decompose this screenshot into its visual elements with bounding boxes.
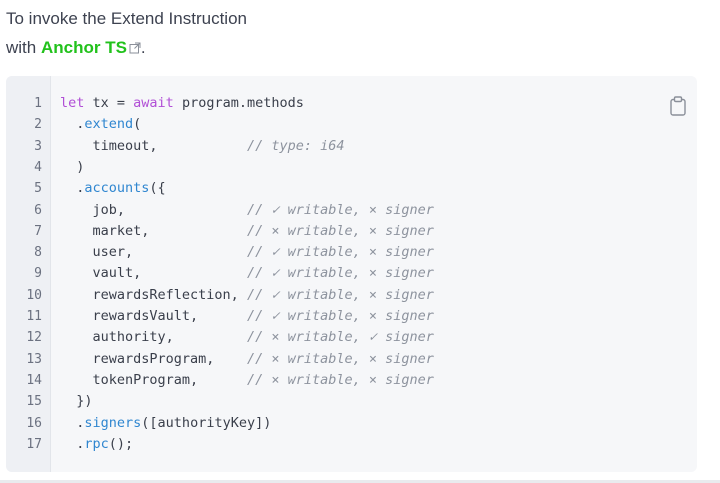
code-comment: // × writable, × signer (246, 350, 434, 367)
code-token: ( (133, 116, 142, 133)
line-number: 17 (26, 436, 42, 452)
code-token: . (60, 116, 85, 133)
code-token: program.methods (181, 95, 304, 111)
code-line: }) (60, 391, 93, 412)
line-number: 12 (26, 330, 42, 346)
code-token: market, (60, 222, 247, 239)
intro-line-1: To invoke the Extend Instruction (6, 9, 247, 28)
code-method: accounts (84, 180, 150, 197)
code-line: tokenProgram, // × writable, × signer (60, 370, 434, 391)
line-number: 8 (34, 245, 42, 261)
code-token: timeout, (60, 137, 247, 154)
code-token: authority, (60, 329, 247, 346)
code-token: tokenProgram, (60, 371, 247, 388)
code-line: job, // ✓ writable, × signer (60, 200, 434, 221)
code-comment: // × writable, × signer (246, 371, 434, 388)
code-line: market, // × writable, × signer (60, 221, 434, 242)
code-line: .extend( (60, 114, 141, 135)
code-keyword: let (60, 95, 93, 111)
code-method: rpc (84, 435, 109, 452)
intro-line-2-prefix: with (6, 38, 41, 57)
code-token: . (60, 414, 85, 431)
code-comment: // ✓ writable, × signer (246, 265, 434, 282)
code-comment: // ✓ writable, × signer (246, 308, 434, 324)
code-comment: // × writable, ✓ signer (246, 329, 434, 346)
line-number: 13 (26, 351, 42, 367)
copy-button[interactable] (669, 96, 687, 116)
code-comment: // ✓ writable, × signer (246, 286, 434, 303)
code-token: tx = (92, 95, 134, 111)
line-number: 2 (34, 117, 42, 133)
code-comment: // type: i64 (246, 137, 345, 154)
code-line: vault, // ✓ writable, × signer (60, 263, 434, 284)
code-method: extend (84, 116, 134, 133)
anchor-ts-link-label: Anchor TS (40, 38, 127, 57)
code-comment: // ✓ writable, × signer (246, 201, 434, 218)
code-line: rewardsVault, // ✓ writable, × signer (60, 306, 434, 327)
line-number: 11 (26, 309, 42, 324)
line-number: 10 (26, 287, 42, 303)
external-link-icon (129, 42, 141, 54)
clipboard-icon (670, 96, 686, 116)
code-token: ) (60, 158, 85, 175)
code-line: rewardsProgram, // × writable, × signer (60, 349, 434, 370)
line-number: 3 (34, 138, 42, 154)
line-number: 15 (26, 394, 42, 410)
code-token: user, (60, 244, 247, 261)
code-line: let tx = await program.methods (60, 93, 304, 114)
intro-line-2: with Anchor TS. (6, 33, 247, 62)
line-number: 6 (34, 202, 42, 218)
intro-line-2-suffix: . (140, 38, 146, 57)
code-token: rewardsReflection, (60, 286, 247, 303)
code-token: ({ (149, 180, 166, 197)
code-line: timeout, // type: i64 (60, 136, 345, 157)
line-number: 7 (34, 223, 42, 239)
line-number-gutter: 1 2 3 4 5 6 7 8 9 10 11 12 13 14 15 16 17 (6, 76, 51, 472)
code-line: .accounts({ (60, 178, 166, 199)
code-comment: // ✓ writable, × signer (246, 244, 434, 261)
intro-text: To invoke the Extend Instruction with An… (6, 4, 247, 62)
code-comment: // × writable, × signer (246, 222, 434, 239)
code-line: .signers([authorityKey]) (60, 413, 271, 434)
line-number: 5 (34, 181, 42, 197)
code-token: rewardsProgram, (60, 350, 247, 367)
code-token: ([authorityKey]) (141, 414, 272, 431)
code-keyword: await (133, 95, 182, 111)
code-token: }) (60, 393, 93, 410)
line-number: 16 (26, 415, 42, 431)
code-token: . (60, 180, 85, 197)
code-line: .rpc(); (60, 434, 133, 455)
code-token: rewardsVault, (60, 308, 247, 324)
code-line: user, // ✓ writable, × signer (60, 242, 434, 263)
code-method: signers (84, 414, 142, 431)
line-number: 4 (34, 159, 42, 175)
line-number: 14 (26, 372, 42, 388)
anchor-ts-link[interactable]: Anchor TS (41, 38, 141, 57)
code-line: ) (60, 157, 84, 178)
line-number: 1 (34, 96, 42, 111)
code-token: vault, (60, 265, 247, 282)
code-token: . (60, 435, 85, 452)
code-line: authority, // × writable, ✓ signer (60, 327, 434, 348)
line-number: 9 (34, 266, 42, 282)
code-block: 1 2 3 4 5 6 7 8 9 10 11 12 13 14 15 16 17 let tx = await… (6, 76, 697, 472)
code-line: rewardsReflection, // ✓ writable, × sign… (60, 285, 434, 306)
code-token: (); (108, 435, 134, 452)
code-token: job, (60, 201, 247, 218)
